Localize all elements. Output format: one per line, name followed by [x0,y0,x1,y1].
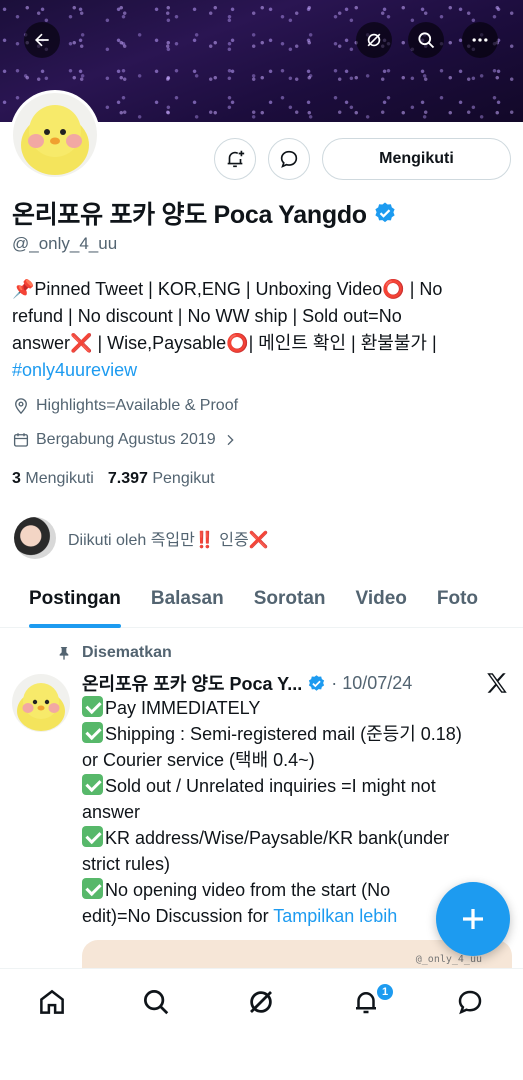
grok-icon [367,33,381,47]
nav-grok[interactable] [244,985,278,1019]
duck-avatar-image [13,93,97,177]
home-icon [40,989,64,1014]
chevron-right-icon [227,434,234,446]
search-icon [418,32,435,49]
tab-video[interactable]: Video [356,570,407,628]
check-mark-icon [82,826,103,847]
profile-avatar[interactable] [10,90,100,180]
display-name-text: 온리포유 포카 양도 Poca Yangdo [12,201,367,229]
post-line: or Courier service (택배 0.4~) [82,750,315,770]
post-line: Shipping : Semi-registered mail (준등기 0.1… [105,724,462,744]
plus-icon [463,909,483,929]
bio-line: 📌Pinned Tweet | KOR,ENG | Unboxing Video… [12,279,443,299]
tab-posts[interactable]: Postingan [29,570,121,628]
tab-highlights[interactable]: Sorotan [254,570,326,628]
followed-by-row[interactable]: Diikuti oleh 즉입만‼️ 인증❌ [14,517,269,559]
back-button[interactable] [24,22,60,58]
joined-text: Bergabung Agustus 2019 [36,431,216,448]
more-dots-icon [472,38,488,42]
post-date[interactable]: 10/07/24 [342,673,412,694]
message-bubble-icon [458,990,482,1015]
post-author-avatar[interactable] [12,674,70,732]
display-name: 온리포유 포카 양도 Poca Yangdo [12,195,397,231]
verified-badge-icon [309,674,325,691]
post-line: edit)=No Discussion for [82,906,274,926]
post-header: 온리포유 포카 양도 Poca Y... · 10/07/24 [82,670,412,696]
following-count-link[interactable]: 3 Mengikuti [12,470,94,488]
post-line: KR address/Wise/Paysable/KR bank(under [105,828,450,848]
bio-line: refund | No discount | No WW ship | Sold… [12,306,402,326]
arrow-left-icon [35,33,49,47]
message-button[interactable] [268,138,310,180]
pin-icon [59,647,69,660]
nav-search[interactable] [139,985,173,1019]
location-row: Highlights=Available & Proof [12,397,238,415]
post-author-name[interactable]: 온리포유 포카 양도 Poca Y... [82,670,302,696]
calendar-icon [13,433,29,447]
post-date-separator: · [331,672,338,693]
grok-icon [250,991,272,1013]
x-logo-icon [487,673,507,693]
profile-bio: 📌Pinned Tweet | KOR,ENG | Unboxing Video… [12,276,512,384]
nav-home[interactable] [35,985,69,1019]
notify-button[interactable] [214,138,256,180]
search-icon [144,990,169,1015]
pinned-indicator: Disematkan [56,644,172,662]
check-mark-icon [82,878,103,899]
post-line: Sold out / Unrelated inquiries =I might … [105,776,436,796]
post-line: No opening video from the start (No [105,880,391,900]
location-pin-icon [15,398,27,415]
tab-replies[interactable]: Balasan [151,570,224,628]
check-mark-icon [82,774,103,795]
following-button[interactable]: Mengikuti [322,138,511,180]
profile-tabs: Postingan Balasan Sorotan Video Foto [0,570,523,628]
verified-badge-icon [375,202,395,223]
check-mark-icon [82,696,103,717]
user-handle: @_only_4_uu [12,234,118,253]
notification-badge: 1 [375,982,395,1002]
compose-button[interactable] [436,882,510,956]
check-mark-icon [82,722,103,743]
bio-hashtag-link[interactable]: #only4uureview [12,360,137,380]
message-bubble-icon [280,150,298,168]
duck-avatar-image [17,683,65,731]
following-count: 3 [12,470,21,487]
followers-count: 7.397 [107,470,148,487]
post-line: Pay IMMEDIATELY [105,698,261,718]
follower-avatar [14,517,56,559]
more-button[interactable] [462,22,498,58]
location-text: Highlights=Available & Proof [36,397,239,414]
post-line: answer [82,802,141,822]
following-label: Mengikuti [25,470,94,487]
followers-count-link[interactable]: 7.397 Pengikut [108,470,215,488]
joined-row[interactable]: Bergabung Agustus 2019 [12,431,238,449]
bio-line: answer❌ | Wise,Paysable⭕| 메인트 확인 | 환불불가 … [12,333,437,353]
bell-plus-icon [227,150,245,168]
pinned-label: Disematkan [82,644,172,661]
follow-counts: 3 Mengikuti 7.397 Pengikut [12,470,215,488]
followers-label: Pengikut [152,470,215,487]
post-line: strict rules) [82,854,171,874]
nav-messages[interactable] [453,985,487,1019]
show-more-link[interactable]: Tampilkan lebih [273,906,397,926]
search-button[interactable] [408,22,444,58]
tab-photos[interactable]: Foto [437,570,478,628]
grok-button[interactable] [356,22,392,58]
bottom-navigation: 1 [0,968,523,1080]
followed-by-text: Diikuti oleh 즉입만‼️ 인증❌ [68,532,269,549]
